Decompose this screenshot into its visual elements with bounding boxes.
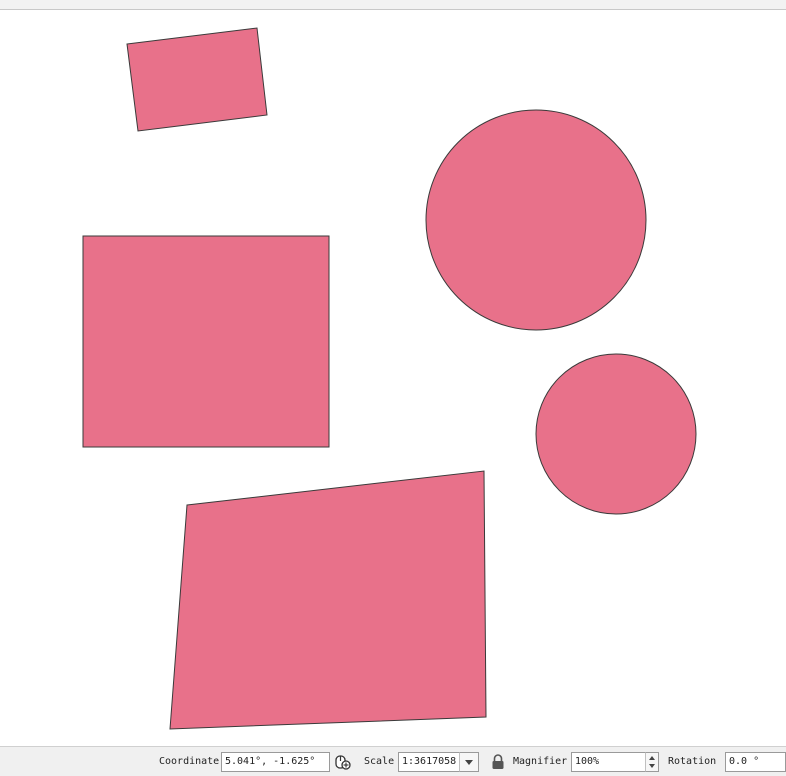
- magnifier-field[interactable]: 100%: [571, 752, 647, 772]
- map-window: Coordinate 5.041°, -1.625° Scale 1:36170…: [0, 0, 786, 776]
- feature-large-circle[interactable]: [425, 109, 647, 331]
- coordinate-field[interactable]: 5.041°, -1.625°: [221, 752, 330, 772]
- rotation-label: Rotation: [668, 756, 717, 767]
- scale-combo[interactable]: 1:3617058: [398, 752, 460, 772]
- rotation-field[interactable]: 0.0 °: [725, 752, 786, 772]
- scale-dropdown-button[interactable]: [459, 752, 479, 772]
- lock-icon[interactable]: [491, 754, 505, 770]
- toolbar-edge: [0, 0, 786, 10]
- status-bar: Coordinate 5.041°, -1.625° Scale 1:36170…: [0, 746, 786, 776]
- coordinate-label: Coordinate: [159, 756, 220, 767]
- magnifier-label: Magnifier: [513, 756, 568, 767]
- spin-up-icon[interactable]: [649, 756, 655, 760]
- scale-label: Scale: [364, 756, 395, 767]
- magnifier-spinner[interactable]: [645, 752, 659, 772]
- feature-small-rotated-rectangle[interactable]: [126, 27, 268, 132]
- mouse-extents-icon[interactable]: [334, 753, 352, 771]
- feature-small-circle[interactable]: [535, 353, 697, 515]
- feature-quadrilateral[interactable]: [169, 470, 487, 730]
- map-canvas[interactable]: [0, 10, 786, 746]
- map-layer: [82, 27, 697, 730]
- feature-square[interactable]: [82, 235, 330, 448]
- spin-down-icon[interactable]: [649, 764, 655, 768]
